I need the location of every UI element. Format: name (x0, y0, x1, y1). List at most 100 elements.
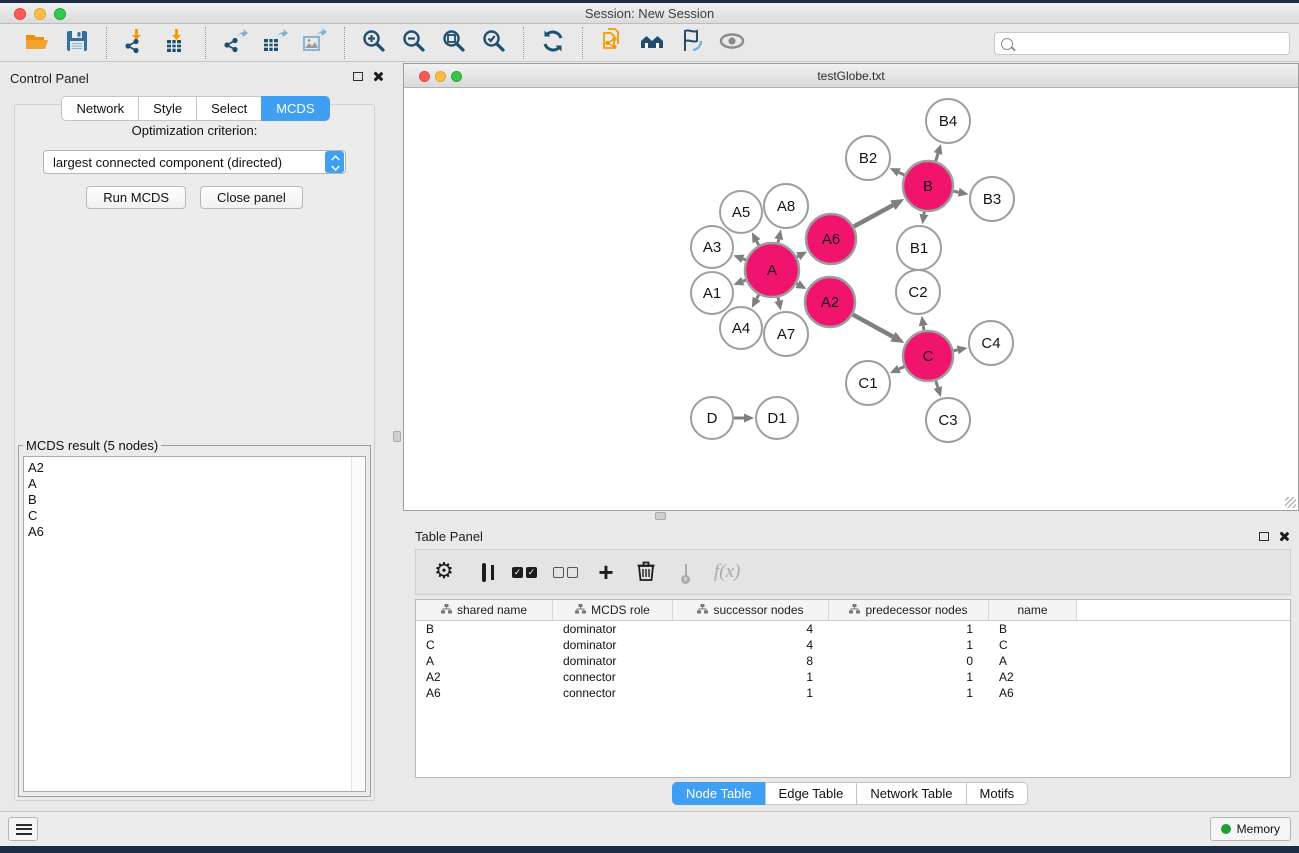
result-item[interactable]: A (28, 476, 351, 492)
arrowhead-icon (774, 229, 783, 240)
vertical-splitter[interactable] (391, 63, 403, 811)
horizontal-splitter[interactable] (403, 511, 1299, 521)
control-panel-title: Control Panel (0, 63, 391, 86)
select-all-button[interactable]: ✓✓ (512, 556, 537, 588)
tab-style[interactable]: Style (138, 96, 196, 121)
deselect-all-button[interactable] (553, 556, 578, 588)
tab-node-table[interactable]: Node Table (672, 782, 765, 805)
network-zoom-button[interactable] (451, 71, 462, 82)
first-neighbors-button[interactable] (637, 28, 667, 58)
table-row[interactable]: A6connector11A6 (416, 685, 1290, 701)
zoom-window-button[interactable] (54, 8, 66, 20)
close-panel-button[interactable]: Close panel (200, 186, 303, 209)
table-settings-button[interactable]: ⚙ (432, 556, 456, 588)
network-minimize-button[interactable] (435, 71, 446, 82)
node-label: A4 (732, 320, 750, 337)
table-row[interactable]: Adominator80A (416, 653, 1290, 669)
edge-C-C1[interactable] (899, 367, 904, 369)
new-network-from-selection-button[interactable] (597, 28, 627, 58)
result-item[interactable]: B (28, 492, 351, 508)
float-panel-icon[interactable] (1259, 532, 1269, 541)
node-label: A (767, 262, 777, 279)
tab-network[interactable]: Network (61, 96, 138, 121)
add-column-button[interactable]: + (594, 556, 618, 588)
open-file-button[interactable] (22, 28, 52, 58)
table-row[interactable]: Bdominator41B (416, 621, 1290, 637)
edge-A-A8[interactable] (778, 239, 779, 242)
result-item[interactable]: A2 (28, 460, 351, 476)
zoom-in-button[interactable] (359, 28, 389, 58)
column-header[interactable]: successor nodes (673, 600, 829, 620)
column-header[interactable]: predecessor nodes (829, 600, 989, 620)
node-label: A1 (703, 285, 721, 302)
close-window-button[interactable] (14, 8, 26, 20)
column-label: MCDS role (591, 603, 650, 617)
node-label: A7 (777, 326, 795, 343)
edge-B-B2[interactable] (899, 172, 905, 175)
resize-grip-icon[interactable] (1285, 497, 1296, 508)
column-header[interactable]: MCDS role (553, 600, 673, 620)
close-panel-icon[interactable] (1278, 531, 1289, 542)
edge-A6-B[interactable] (854, 205, 893, 226)
hide-selected-button[interactable] (677, 28, 707, 58)
float-panel-icon[interactable] (353, 72, 363, 81)
node-label: D1 (767, 410, 786, 427)
edge-B-B4[interactable] (936, 153, 938, 161)
edge-A-A3[interactable] (743, 259, 746, 260)
edge-A-A4[interactable] (757, 295, 759, 299)
column-header[interactable]: name (989, 600, 1077, 620)
zoom-out-button[interactable] (399, 28, 429, 58)
criterion-select[interactable]: largest connected component (directed) (43, 150, 346, 174)
criterion-value: largest connected component (directed) (44, 155, 325, 170)
splitter-grip[interactable] (655, 512, 666, 520)
splitter-grip[interactable] (393, 431, 401, 442)
refresh-view-button[interactable] (538, 28, 568, 58)
edge-C-C4[interactable] (953, 350, 957, 351)
zoom-selected-button[interactable] (479, 28, 509, 58)
column-header[interactable]: shared name (416, 600, 553, 620)
tab-network-table[interactable]: Network Table (856, 782, 965, 805)
tab-select[interactable]: Select (196, 96, 261, 121)
search-input[interactable] (1018, 37, 1283, 51)
memory-button[interactable]: Memory (1210, 817, 1291, 841)
show-all-button[interactable] (717, 28, 747, 58)
table-row[interactable]: Cdominator41C (416, 637, 1290, 653)
edge-C-C2[interactable] (923, 326, 924, 331)
result-list-scrollbar[interactable] (351, 457, 365, 791)
export-table-button[interactable] (260, 28, 290, 58)
tab-edge-table[interactable]: Edge Table (765, 782, 857, 805)
export-image-button[interactable] (300, 28, 330, 58)
export-network-button[interactable] (220, 28, 250, 58)
table-settings-icon: ⚙ (434, 561, 454, 583)
mcds-result-list[interactable]: A2ABCA6 (23, 456, 366, 792)
node-label: B4 (939, 113, 957, 130)
tab-mcds[interactable]: MCDS (261, 96, 329, 121)
save-session-button[interactable] (62, 28, 92, 58)
table-tabs: Node TableEdge TableNetwork TableMotifs (672, 782, 1028, 805)
edge-A2-C[interactable] (853, 315, 893, 337)
import-network-button[interactable] (121, 28, 151, 58)
result-item[interactable]: C (28, 508, 351, 524)
edge-A-A1[interactable] (743, 280, 746, 281)
tab-motifs[interactable]: Motifs (966, 782, 1029, 805)
show-panels-button[interactable] (8, 817, 38, 841)
minimize-window-button[interactable] (34, 8, 46, 20)
column-type-icon (441, 603, 452, 617)
network-close-button[interactable] (419, 71, 430, 82)
close-panel-icon[interactable] (372, 71, 383, 82)
network-canvas[interactable]: B4B2BB3A5A8A6A3B1AA1C2A2A4A7CC4C1C3DD1 (404, 88, 1298, 510)
show-columns-button[interactable] (472, 556, 496, 588)
zoom-fit-button[interactable] (439, 28, 469, 58)
delete-column-button[interactable] (634, 556, 658, 588)
network-window-titlebar[interactable]: testGlobe.txt (404, 64, 1298, 88)
edge-A-A7[interactable] (778, 297, 779, 300)
edge-C-C3[interactable] (936, 381, 938, 388)
table-row[interactable]: A2connector11A2 (416, 669, 1290, 685)
export-network-icon (222, 28, 248, 57)
import-table-button[interactable] (161, 28, 191, 58)
edge-B-B3[interactable] (953, 191, 958, 192)
run-mcds-button[interactable]: Run MCDS (86, 186, 186, 209)
search-field[interactable] (994, 32, 1290, 55)
result-item[interactable]: A6 (28, 524, 351, 540)
edge-A-A5[interactable] (757, 241, 759, 245)
